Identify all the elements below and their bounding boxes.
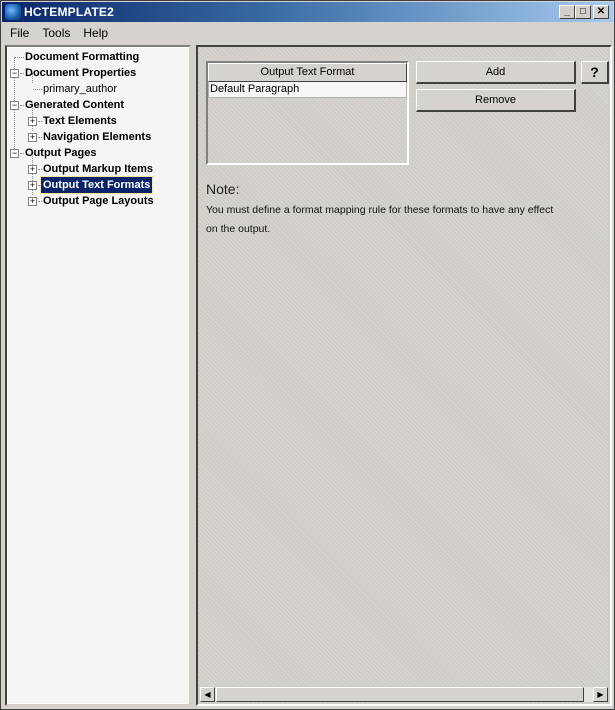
scroll-left-arrow-icon[interactable]: ◀ bbox=[200, 687, 215, 702]
tree-item-text-elements[interactable]: + Text Elements bbox=[7, 113, 189, 129]
tree-item-label: Output Markup Items bbox=[43, 163, 154, 175]
tree-item-navigation-elements[interactable]: + Navigation Elements bbox=[7, 129, 189, 145]
collapse-icon[interactable]: − bbox=[10, 149, 19, 158]
tree-item-label: Generated Content bbox=[25, 99, 125, 111]
close-button[interactable]: ✕ bbox=[593, 5, 609, 19]
output-text-format-list[interactable]: Output Text Format Default Paragraph bbox=[206, 61, 409, 165]
navigation-tree: Document Formatting − Document Propertie… bbox=[7, 47, 189, 209]
tree-item-document-properties[interactable]: − Document Properties bbox=[7, 65, 189, 81]
tree-item-output-pages[interactable]: − Output Pages bbox=[7, 145, 189, 161]
tree-item-label: primary_author bbox=[43, 83, 117, 95]
app-window: HCTEMPLATE2 _ □ ✕ File Tools Help Docume… bbox=[0, 0, 615, 710]
navigation-tree-pane: Document Formatting − Document Propertie… bbox=[5, 45, 191, 706]
tree-item-label: Document Formatting bbox=[25, 51, 140, 63]
expand-icon[interactable]: + bbox=[28, 117, 37, 126]
expand-icon[interactable]: + bbox=[28, 165, 37, 174]
maximize-button[interactable]: □ bbox=[575, 5, 591, 19]
tree-item-primary-author[interactable]: primary_author bbox=[7, 81, 189, 97]
menu-help[interactable]: Help bbox=[78, 26, 113, 40]
expand-icon[interactable]: + bbox=[28, 181, 37, 190]
menu-tools[interactable]: Tools bbox=[37, 26, 75, 40]
tree-item-label: Text Elements bbox=[43, 115, 117, 127]
tree-item-label: Document Properties bbox=[25, 67, 137, 79]
tree-item-output-page-layouts[interactable]: + Output Page Layouts bbox=[7, 193, 189, 209]
remove-button[interactable]: Remove bbox=[416, 89, 576, 112]
collapse-icon[interactable]: − bbox=[10, 101, 19, 110]
tree-item-label-selected: Output Text Formats bbox=[39, 176, 154, 194]
help-button[interactable]: ? bbox=[581, 61, 609, 84]
window-title: HCTEMPLATE2 bbox=[24, 5, 114, 19]
tree-item-label: Navigation Elements bbox=[43, 131, 152, 143]
scroll-right-arrow-icon[interactable]: ▶ bbox=[593, 687, 608, 702]
expand-icon[interactable]: + bbox=[28, 133, 37, 142]
tree-item-document-formatting[interactable]: Document Formatting bbox=[7, 49, 189, 65]
expand-icon[interactable]: + bbox=[28, 197, 37, 206]
list-column-header[interactable]: Output Text Format bbox=[208, 63, 407, 82]
scrollbar-thumb[interactable] bbox=[216, 687, 584, 702]
menu-file[interactable]: File bbox=[5, 26, 34, 40]
note-title: Note: bbox=[206, 181, 240, 197]
menu-bar: File Tools Help bbox=[2, 23, 613, 43]
tree-item-generated-content[interactable]: − Generated Content bbox=[7, 97, 189, 113]
list-item[interactable]: Default Paragraph bbox=[208, 82, 407, 98]
note-text: You must define a format mapping rule fo… bbox=[206, 204, 554, 235]
content-pane: Output Text Format Default Paragraph Add… bbox=[196, 45, 612, 706]
minimize-button[interactable]: _ bbox=[559, 5, 575, 19]
add-button[interactable]: Add bbox=[416, 61, 576, 84]
tree-item-output-markup-items[interactable]: + Output Markup Items bbox=[7, 161, 189, 177]
horizontal-scrollbar[interactable]: ◀ ▶ bbox=[200, 687, 608, 702]
tree-item-output-text-formats[interactable]: + Output Text Formats bbox=[7, 176, 189, 194]
tree-item-label: Output Pages bbox=[25, 147, 97, 159]
collapse-icon[interactable]: − bbox=[10, 69, 19, 78]
tree-item-label: Output Page Layouts bbox=[43, 195, 154, 207]
app-globe-icon bbox=[5, 4, 21, 20]
title-bar[interactable]: HCTEMPLATE2 _ □ ✕ bbox=[2, 2, 613, 22]
window-controls: _ □ ✕ bbox=[559, 5, 609, 19]
